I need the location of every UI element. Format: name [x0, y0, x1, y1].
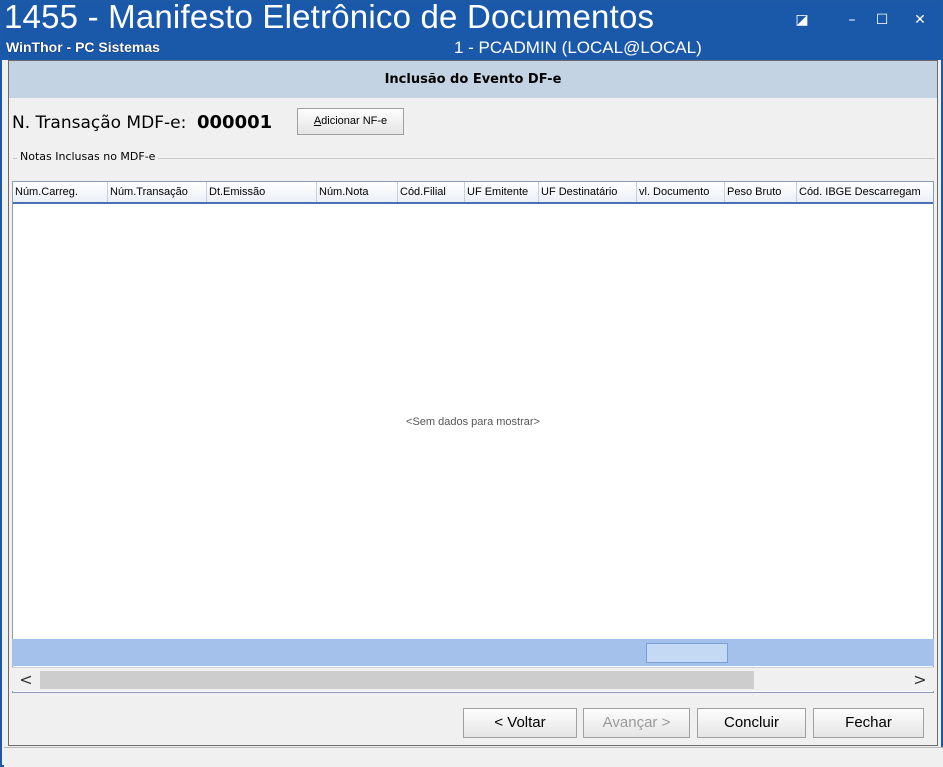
dialog-header: Inclusão do Evento DF-e [9, 61, 937, 98]
back-button[interactable]: < Voltar [463, 708, 577, 738]
finish-button[interactable]: Concluir [697, 708, 806, 738]
add-nfe-button[interactable]: Adicionar NF-e [297, 108, 404, 135]
finish-button-label: Concluir [723, 714, 780, 731]
app-name: WinThor - PC Sistemas [6, 39, 160, 55]
next-button[interactable]: Avançar > [583, 708, 690, 738]
next-button-label: Avançar > [602, 714, 671, 731]
empty-grid-message: <Sem dados para mostrar> [406, 416, 540, 428]
main-window: 1455 - Manifesto Eletrônico de Documento… [0, 0, 943, 767]
scroll-right-icon[interactable]: > [906, 668, 934, 692]
column-header-cod-ibge[interactable]: Cód. IBGE Descarregam [797, 182, 933, 202]
minimize-icon[interactable]: – [840, 10, 864, 30]
column-header-num-nota[interactable]: Núm.Nota [317, 182, 398, 202]
column-header-uf-emitente[interactable]: UF Emitente [465, 182, 539, 202]
column-header-num-carreg[interactable]: Núm.Carreg. [13, 182, 108, 202]
column-header-num-transacao[interactable]: Núm.Transação [108, 182, 207, 202]
footer-summary-cell [646, 643, 728, 663]
column-header-cod-filial[interactable]: Cód.Filial [398, 182, 465, 202]
column-header-peso-bruto[interactable]: Peso Bruto [725, 182, 797, 202]
scroll-left-icon[interactable]: < [12, 668, 40, 692]
column-header-dt-emissao[interactable]: Dt.Emissão [207, 182, 317, 202]
window-title: 1455 - Manifesto Eletrônico de Documento… [4, 2, 655, 35]
status-strip [4, 747, 943, 767]
grid-header: Núm.Carreg. Núm.Transação Dt.Emissão Núm… [13, 182, 933, 204]
column-header-vl-documento[interactable]: vl. Documento [637, 182, 725, 202]
close-button-label: Fechar [845, 714, 892, 731]
notes-grid[interactable]: Núm.Carreg. Núm.Transação Dt.Emissão Núm… [12, 181, 934, 693]
scrollbar-thumb[interactable] [40, 671, 754, 689]
transaction-value: 000001 [197, 112, 273, 133]
user-info: 1 - PCADMIN (LOCAL@LOCAL) [454, 38, 702, 57]
add-nfe-button-label: dicionar NF-e [321, 115, 388, 127]
restore-icon[interactable]: ◪ [790, 10, 814, 30]
horizontal-scrollbar[interactable]: < > [12, 667, 934, 691]
grid-footer-summary [12, 639, 934, 666]
group-label: Notas Inclusas no MDF-e [17, 150, 159, 163]
back-button-label: < Voltar [494, 714, 546, 731]
dialog-panel: Inclusão do Evento DF-e N. Transação MDF… [8, 60, 938, 746]
close-button[interactable]: Fechar [813, 708, 924, 738]
title-bar[interactable]: 1455 - Manifesto Eletrônico de Documento… [2, 2, 941, 60]
close-icon[interactable]: ✕ [908, 10, 932, 30]
transaction-label: N. Transação MDF-e: [12, 113, 187, 133]
maximize-icon[interactable]: ☐ [870, 10, 894, 30]
column-header-uf-destinatario[interactable]: UF Destinatário [539, 182, 637, 202]
